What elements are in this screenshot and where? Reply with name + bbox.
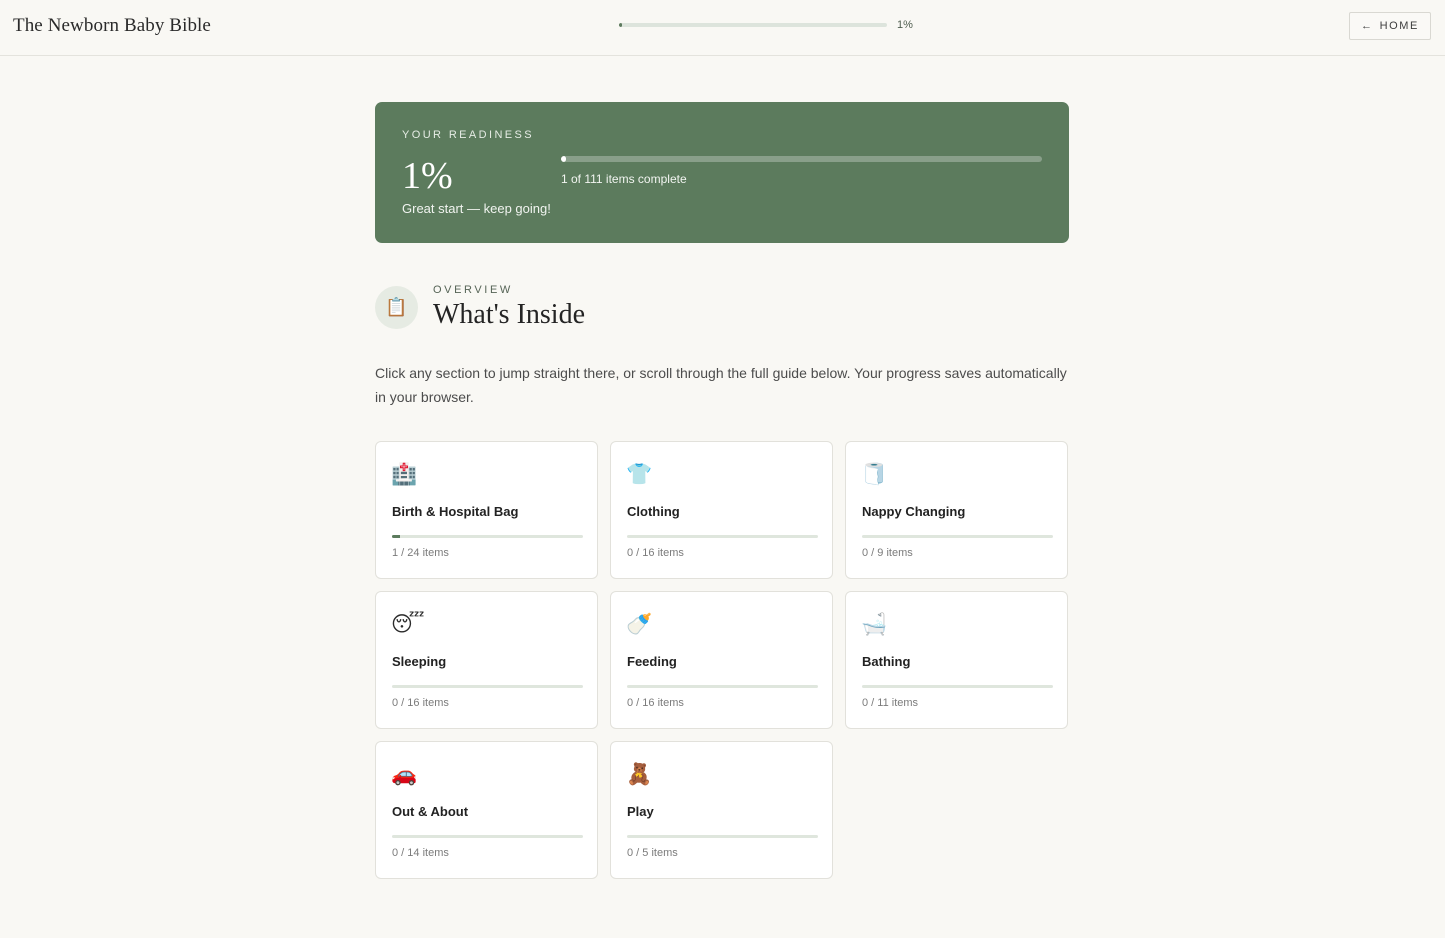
section-card-count: 0 / 5 items bbox=[627, 847, 678, 859]
top-bar: The Newborn Baby Bible 1% ← HOME bbox=[0, 0, 1445, 56]
roll-icon: 🧻 bbox=[861, 463, 888, 486]
readiness-card: YOUR READINESS 1% Great start — keep goi… bbox=[375, 102, 1069, 243]
section-progress-track bbox=[392, 835, 583, 838]
section-card[interactable]: 🧻 Nappy Changing 0 / 9 items bbox=[845, 441, 1068, 579]
section-progress-track bbox=[392, 535, 583, 538]
home-button-label: HOME bbox=[1379, 20, 1419, 32]
home-button[interactable]: ← HOME bbox=[1349, 12, 1431, 40]
section-card-count: 0 / 16 items bbox=[392, 697, 449, 709]
sleeping-face-icon: 😴 bbox=[391, 613, 425, 636]
section-card-title: Play bbox=[627, 804, 654, 819]
readiness-count: 1 of 111 items complete bbox=[561, 172, 687, 186]
readiness-eyebrow: YOUR READINESS bbox=[402, 129, 535, 141]
section-card[interactable]: 🧸 Play 0 / 5 items bbox=[610, 741, 833, 879]
shirt-icon: 👕 bbox=[626, 463, 653, 486]
section-progress-track bbox=[862, 535, 1053, 538]
section-card-count: 0 / 14 items bbox=[392, 847, 449, 859]
section-progress-track bbox=[627, 685, 818, 688]
section-progress-fill bbox=[392, 535, 400, 538]
header-progress-label: 1% bbox=[897, 19, 913, 31]
hospital-icon: 🏥 bbox=[391, 463, 418, 486]
section-card-count: 0 / 9 items bbox=[862, 547, 913, 559]
car-icon: 🚗 bbox=[391, 763, 418, 786]
section-card-count: 0 / 11 items bbox=[862, 697, 919, 709]
overview-eyebrow: OVERVIEW bbox=[433, 284, 513, 296]
section-card-title: Feeding bbox=[627, 654, 677, 669]
section-card-title: Bathing bbox=[862, 654, 911, 669]
teddy-bear-icon: 🧸 bbox=[626, 763, 653, 786]
brand-title[interactable]: The Newborn Baby Bible bbox=[13, 15, 211, 37]
header-progress-track bbox=[619, 23, 887, 27]
readiness-progress-track bbox=[561, 156, 1042, 162]
section-progress-track bbox=[392, 685, 583, 688]
arrow-left-icon: ← bbox=[1360, 20, 1374, 32]
section-card-count: 0 / 16 items bbox=[627, 547, 684, 559]
section-card-title: Nappy Changing bbox=[862, 504, 966, 519]
baby-bottle-icon: 🍼 bbox=[626, 613, 653, 636]
bathtub-icon: 🛁 bbox=[861, 613, 888, 636]
header-progress: 1% bbox=[619, 19, 913, 31]
section-card[interactable]: 🛁 Bathing 0 / 11 items bbox=[845, 591, 1068, 729]
section-card-count: 0 / 16 items bbox=[627, 697, 684, 709]
section-card-title: Out & About bbox=[392, 804, 469, 819]
section-card[interactable]: 👕 Clothing 0 / 16 items bbox=[610, 441, 833, 579]
section-card[interactable]: 🍼 Feeding 0 / 16 items bbox=[610, 591, 833, 729]
section-progress-track bbox=[627, 835, 818, 838]
readiness-percent: 1% bbox=[402, 155, 453, 197]
overview-title: What's Inside bbox=[433, 299, 586, 330]
section-card[interactable]: 🏥 Birth & Hospital Bag 1 / 24 items bbox=[375, 441, 598, 579]
readiness-message: Great start — keep going! bbox=[402, 201, 551, 216]
section-progress-track bbox=[627, 535, 818, 538]
section-card-title: Birth & Hospital Bag bbox=[392, 504, 519, 519]
overview-intro: Click any section to jump straight there… bbox=[375, 365, 1067, 405]
section-card-title: Sleeping bbox=[392, 654, 447, 669]
clipboard-icon: 📋 bbox=[375, 286, 418, 329]
readiness-progress-fill bbox=[561, 156, 566, 162]
section-card-title: Clothing bbox=[627, 504, 680, 519]
section-progress-track bbox=[862, 685, 1053, 688]
section-card[interactable]: 😴 Sleeping 0 / 16 items bbox=[375, 591, 598, 729]
section-card[interactable]: 🚗 Out & About 0 / 14 items bbox=[375, 741, 598, 879]
section-card-count: 1 / 24 items bbox=[392, 547, 449, 559]
header-progress-fill bbox=[619, 23, 622, 27]
